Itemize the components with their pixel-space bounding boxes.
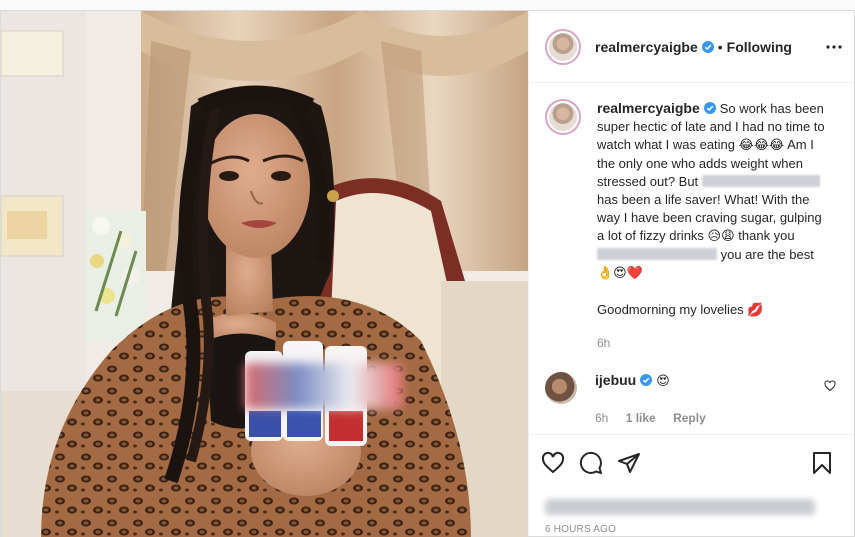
commenter-username[interactable]: ijebuu [595, 372, 636, 388]
like-button[interactable] [539, 449, 567, 477]
comment-age[interactable]: 6h [595, 411, 608, 425]
post-photo[interactable] [1, 11, 528, 537]
blurred-likes-text [545, 499, 815, 515]
caption-emoji-tired: 😥😩 [707, 229, 735, 244]
caption-age[interactable]: 6h [597, 334, 827, 352]
redacted-mention [597, 248, 717, 260]
caption-emoji-laugh: 😂😂😂 [738, 138, 785, 153]
post-dialog: realmercyaigbe • Following realmercyaigb… [0, 10, 855, 537]
caption-emoji-love: 👌😍❤️ [597, 266, 643, 281]
post-header: realmercyaigbe • Following [529, 11, 854, 83]
caption-emoji-kiss: 💋 [747, 303, 764, 318]
caption-text-4: thank you [734, 228, 795, 243]
caption-sign-off: Goodmorning my lovelies [597, 302, 748, 317]
caption-text-5: you are the best [717, 247, 814, 262]
redacted-mention [701, 175, 820, 187]
heart-icon [541, 451, 565, 473]
more-options-icon[interactable] [824, 37, 844, 57]
post-timestamp[interactable]: 6 HOURS AGO [529, 524, 854, 536]
following-button[interactable]: Following [727, 39, 792, 55]
comment-reply-button[interactable]: Reply [673, 411, 706, 425]
comment-body: ijebuu 😍 6h 1 like Reply [595, 372, 720, 425]
caption-username[interactable]: realmercyaigbe [597, 100, 700, 116]
commenter-avatar[interactable] [545, 372, 577, 404]
comment-button[interactable] [577, 449, 605, 477]
likes-summary[interactable] [529, 490, 854, 524]
header-separator: • [717, 38, 723, 55]
caption-body: realmercyaigbe So work has been super hec… [597, 99, 827, 352]
share-icon [618, 452, 640, 473]
author-username[interactable]: realmercyaigbe [595, 39, 698, 55]
comment-like-heart-icon[interactable] [824, 380, 836, 392]
post-actions-bar [529, 434, 854, 490]
blurred-product-label [245, 363, 403, 409]
comment-item: ijebuu 😍 6h 1 like Reply [545, 372, 838, 425]
comment-text: 😍 [656, 374, 670, 389]
share-button[interactable] [615, 449, 643, 477]
verified-badge-icon [640, 374, 653, 386]
comment-meta: 6h 1 like Reply [595, 411, 720, 425]
post-caption: realmercyaigbe So work has been super hec… [545, 99, 838, 352]
save-button[interactable] [808, 449, 836, 477]
post-side-panel: realmercyaigbe • Following realmercyaigb… [528, 11, 854, 536]
verified-badge-icon [701, 40, 714, 53]
bookmark-icon [813, 451, 831, 474]
photo-illustration [1, 11, 528, 537]
comments-section[interactable]: realmercyaigbe So work has been super hec… [529, 83, 854, 434]
author-avatar[interactable] [545, 28, 581, 65]
verified-badge-icon [703, 102, 716, 114]
comment-likes[interactable]: 1 like [626, 411, 656, 425]
comment-icon [579, 451, 602, 474]
caption-author-avatar[interactable] [545, 99, 581, 135]
